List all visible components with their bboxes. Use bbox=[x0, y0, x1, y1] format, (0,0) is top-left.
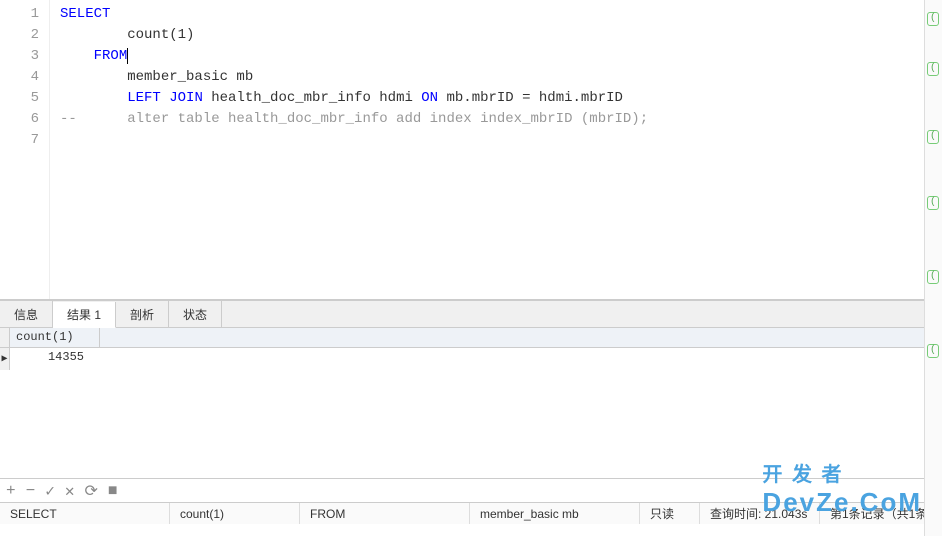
tab-信息[interactable]: 信息 bbox=[0, 301, 53, 327]
code-area[interactable]: SELECT count(1) FROM member_basic mb LEF… bbox=[50, 0, 942, 299]
rail-marker[interactable]: ( bbox=[927, 62, 939, 76]
line-number: 3 bbox=[0, 46, 39, 67]
grid-toolbar: + − ✓ ✕ ⟳ ■ bbox=[0, 478, 942, 502]
tab-剖析[interactable]: 剖析 bbox=[116, 301, 169, 327]
status-bar: SELECT count(1) FROM member_basic mb 只读 … bbox=[0, 502, 942, 524]
status-table: member_basic mb bbox=[470, 503, 640, 524]
code-line[interactable]: -- alter table health_doc_mbr_info add i… bbox=[60, 109, 932, 130]
code-line[interactable]: count(1) bbox=[60, 25, 932, 46]
remove-row-button[interactable]: − bbox=[26, 482, 36, 500]
line-number: 1 bbox=[0, 4, 39, 25]
code-line[interactable]: member_basic mb bbox=[60, 67, 932, 88]
marker-rail: ( ( ( ( ( ( bbox=[924, 0, 942, 536]
refresh-button[interactable]: ⟳ bbox=[85, 481, 98, 501]
tab-状态[interactable]: 状态 bbox=[169, 301, 222, 327]
result-cell[interactable]: 14355 bbox=[10, 348, 90, 370]
tab-结果 1[interactable]: 结果 1 bbox=[53, 302, 116, 328]
rail-marker[interactable]: ( bbox=[927, 270, 939, 284]
cancel-button[interactable]: ✕ bbox=[65, 481, 75, 501]
add-row-button[interactable]: + bbox=[6, 482, 16, 500]
stop-button[interactable]: ■ bbox=[108, 482, 118, 500]
status-query-time: 查询时间: 21.043s bbox=[700, 503, 820, 524]
rail-marker[interactable]: ( bbox=[927, 344, 939, 358]
code-line[interactable]: FROM bbox=[60, 46, 932, 67]
status-count: count(1) bbox=[170, 503, 300, 524]
line-number: 6 bbox=[0, 109, 39, 130]
apply-button[interactable]: ✓ bbox=[45, 481, 55, 501]
current-row-marker: ▶ bbox=[0, 348, 10, 370]
line-number: 2 bbox=[0, 25, 39, 46]
results-grid[interactable]: count(1) ▶14355 bbox=[0, 328, 942, 478]
rail-marker[interactable]: ( bbox=[927, 12, 939, 26]
rail-marker[interactable]: ( bbox=[927, 196, 939, 210]
results-header-row: count(1) bbox=[0, 328, 942, 348]
status-from: FROM bbox=[300, 503, 470, 524]
status-select: SELECT bbox=[0, 503, 170, 524]
line-number: 4 bbox=[0, 67, 39, 88]
row-marker-header bbox=[0, 328, 10, 347]
code-line[interactable]: LEFT JOIN health_doc_mbr_info hdmi ON mb… bbox=[60, 88, 932, 109]
line-gutter: 1234567 bbox=[0, 0, 50, 299]
rail-marker[interactable]: ( bbox=[927, 130, 939, 144]
line-number: 7 bbox=[0, 130, 39, 151]
result-tabs: 信息结果 1剖析状态 bbox=[0, 300, 942, 328]
table-row[interactable]: ▶14355 bbox=[0, 348, 942, 370]
column-header[interactable]: count(1) bbox=[10, 328, 100, 347]
status-readonly: 只读 bbox=[640, 503, 700, 524]
line-number: 5 bbox=[0, 88, 39, 109]
code-line[interactable]: SELECT bbox=[60, 4, 932, 25]
sql-editor[interactable]: 1234567 SELECT count(1) FROM member_basi… bbox=[0, 0, 942, 300]
